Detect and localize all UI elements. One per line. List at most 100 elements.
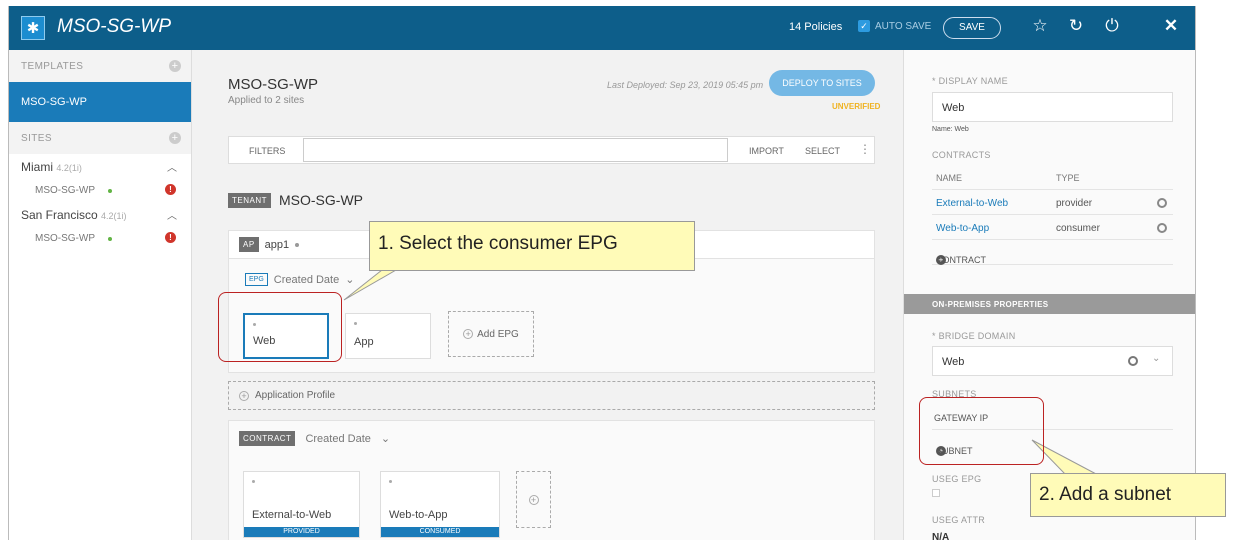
error-icon: ! bbox=[165, 232, 176, 243]
callout-select-consumer-epg: 1. Select the consumer EPG bbox=[369, 221, 695, 271]
contract-panel: CONTRACT Created Date ⌄ External-to-Web … bbox=[228, 420, 875, 540]
name-hint: Name: Web bbox=[932, 126, 969, 133]
remove-icon[interactable] bbox=[1157, 198, 1167, 208]
status-dot-icon bbox=[389, 480, 392, 483]
contract-header: CONTRACT Created Date ⌄ bbox=[239, 431, 390, 446]
ap-name[interactable]: app1 bbox=[265, 239, 289, 251]
useg-epg-label: USEG EPG bbox=[932, 474, 982, 484]
highlight-subnet bbox=[919, 397, 1044, 465]
epg-card-app[interactable]: App bbox=[345, 313, 431, 359]
status-badge: UNVERIFIED bbox=[832, 102, 881, 111]
status-dot-icon bbox=[108, 237, 112, 241]
contract-card-web-to-app[interactable]: Web-to-App CONSUMED bbox=[380, 471, 500, 538]
contract-name: External-to-Web bbox=[252, 509, 332, 521]
display-name-label: * DISPLAY NAME bbox=[932, 76, 1008, 86]
add-contract-button[interactable]: + bbox=[516, 471, 551, 528]
filter-input[interactable] bbox=[303, 138, 728, 162]
deploy-button[interactable]: DEPLOY TO SITES bbox=[769, 70, 875, 96]
bridge-domain-value: Web bbox=[942, 356, 965, 368]
highlight-web-epg bbox=[218, 292, 342, 362]
contract-link[interactable]: Web-to-App bbox=[936, 223, 989, 234]
add-epg-label: Add EPG bbox=[477, 328, 519, 340]
close-icon[interactable]: ✕ bbox=[1161, 16, 1181, 36]
templates-header-label: TEMPLATES bbox=[21, 61, 84, 72]
contract-tag: CONTRACT bbox=[239, 431, 296, 446]
contract-sort[interactable]: Created Date bbox=[305, 433, 370, 445]
chevron-down-icon[interactable]: ⌄ bbox=[345, 273, 354, 286]
autosave-label: AUTO SAVE bbox=[875, 20, 932, 32]
epg-name: App bbox=[354, 336, 374, 348]
epg-header: EPG Created Date ⌄ bbox=[245, 273, 354, 286]
display-name-input[interactable]: Web bbox=[932, 92, 1173, 122]
contract-name: Web-to-App bbox=[389, 509, 448, 521]
callout-add-subnet: 2. Add a subnet bbox=[1030, 473, 1226, 517]
useg-attr-label: USEG ATTR bbox=[932, 515, 986, 525]
remove-icon[interactable] bbox=[1157, 223, 1167, 233]
contract-link[interactable]: External-to-Web bbox=[936, 198, 1008, 209]
tenant-tag: TENANT bbox=[228, 192, 271, 208]
status-dot-icon bbox=[108, 189, 112, 193]
filters-label: FILTERS bbox=[249, 146, 286, 156]
site-item-san-francisco[interactable]: San Francisco 4.2(1i) ︿ bbox=[9, 202, 191, 226]
chevron-down-icon[interactable]: ⌄ bbox=[381, 432, 390, 445]
provided-badge: PROVIDED bbox=[244, 527, 359, 537]
add-icon: + bbox=[463, 329, 474, 339]
add-site-icon[interactable]: + bbox=[169, 132, 181, 144]
status-dot-icon bbox=[354, 322, 357, 325]
useg-attr-value: N/A bbox=[932, 532, 950, 540]
bridge-domain-select[interactable]: Web ⌄ bbox=[932, 346, 1173, 376]
chevron-up-icon[interactable]: ︿ bbox=[167, 159, 177, 174]
sidebar: TEMPLATES + MSO-SG-WP SITES + Miami 4.2(… bbox=[9, 50, 192, 540]
refresh-icon[interactable]: ↻ bbox=[1066, 16, 1086, 36]
status-dot-icon bbox=[252, 480, 255, 483]
contracts-table-header: NAME TYPE bbox=[932, 166, 1173, 190]
top-bar: ✱ MSO-SG-WP 14 Policies ✓ AUTO SAVE SAVE… bbox=[9, 6, 1195, 50]
contract-card-external-to-web[interactable]: External-to-Web PROVIDED bbox=[243, 471, 360, 538]
properties-panel: * DISPLAY NAME Web Name: Web CONTRACTS N… bbox=[903, 50, 1195, 540]
application-profile-label: Application Profile bbox=[255, 390, 336, 401]
site-template-item[interactable]: MSO-SG-WP ! bbox=[9, 226, 191, 250]
add-application-profile[interactable]: + Application Profile bbox=[228, 381, 875, 410]
tenant-row: TENANT MSO-SG-WP bbox=[228, 192, 363, 208]
site-name: San Francisco bbox=[21, 208, 98, 222]
clear-icon[interactable] bbox=[1128, 356, 1138, 366]
consumed-badge: CONSUMED bbox=[381, 527, 499, 537]
on-premises-header: ON-PREMISES PROPERTIES bbox=[904, 294, 1195, 314]
epg-sort[interactable]: Created Date bbox=[274, 274, 339, 286]
site-template-item[interactable]: MSO-SG-WP ! bbox=[9, 178, 191, 202]
add-contract-text: CONTRACT bbox=[936, 255, 986, 265]
select-button[interactable]: SELECT bbox=[805, 146, 840, 156]
chevron-down-icon[interactable]: ⌄ bbox=[1152, 353, 1160, 364]
sidebar-item-template[interactable]: MSO-SG-WP bbox=[9, 82, 191, 122]
site-name: Miami bbox=[21, 160, 53, 174]
col-name: NAME bbox=[936, 173, 963, 183]
site-template-label: MSO-SG-WP bbox=[35, 233, 95, 244]
template-title: MSO-SG-WP bbox=[228, 76, 318, 93]
error-icon: ! bbox=[165, 184, 176, 195]
site-template-label: MSO-SG-WP bbox=[35, 185, 95, 196]
col-type: TYPE bbox=[1056, 173, 1080, 183]
more-icon[interactable]: ⋮ bbox=[859, 142, 871, 156]
import-button[interactable]: IMPORT bbox=[749, 146, 784, 156]
last-deployed: Last Deployed: Sep 23, 2019 05:45 pm bbox=[607, 80, 764, 90]
save-button[interactable]: SAVE bbox=[943, 17, 1001, 39]
star-icon[interactable]: ☆ bbox=[1030, 16, 1050, 36]
chevron-up-icon[interactable]: ︿ bbox=[167, 207, 177, 222]
policies-count[interactable]: 14 Policies bbox=[789, 21, 842, 33]
filter-bar: FILTERS IMPORT SELECT ⋮ bbox=[228, 136, 875, 164]
app-title: MSO-SG-WP bbox=[57, 16, 171, 37]
useg-epg-checkbox[interactable] bbox=[932, 489, 940, 497]
add-icon: + bbox=[528, 494, 539, 505]
add-epg-button[interactable]: + Add EPG bbox=[448, 311, 534, 357]
add-template-icon[interactable]: + bbox=[169, 60, 181, 72]
contract-type: provider bbox=[1056, 198, 1093, 209]
checkbox-icon[interactable]: ✓ bbox=[858, 20, 870, 32]
table-row: Web-to-App consumer bbox=[932, 216, 1173, 240]
power-icon[interactable]: ⏻ bbox=[1102, 16, 1122, 36]
site-version: 4.2(1i) bbox=[101, 211, 127, 221]
autosave-toggle[interactable]: ✓ AUTO SAVE bbox=[858, 20, 931, 32]
site-item-miami[interactable]: Miami 4.2(1i) ︿ bbox=[9, 154, 191, 178]
add-contract-button[interactable]: + CONTRACT bbox=[932, 241, 1173, 265]
templates-header: TEMPLATES + bbox=[9, 50, 191, 82]
add-icon: + bbox=[239, 390, 249, 401]
